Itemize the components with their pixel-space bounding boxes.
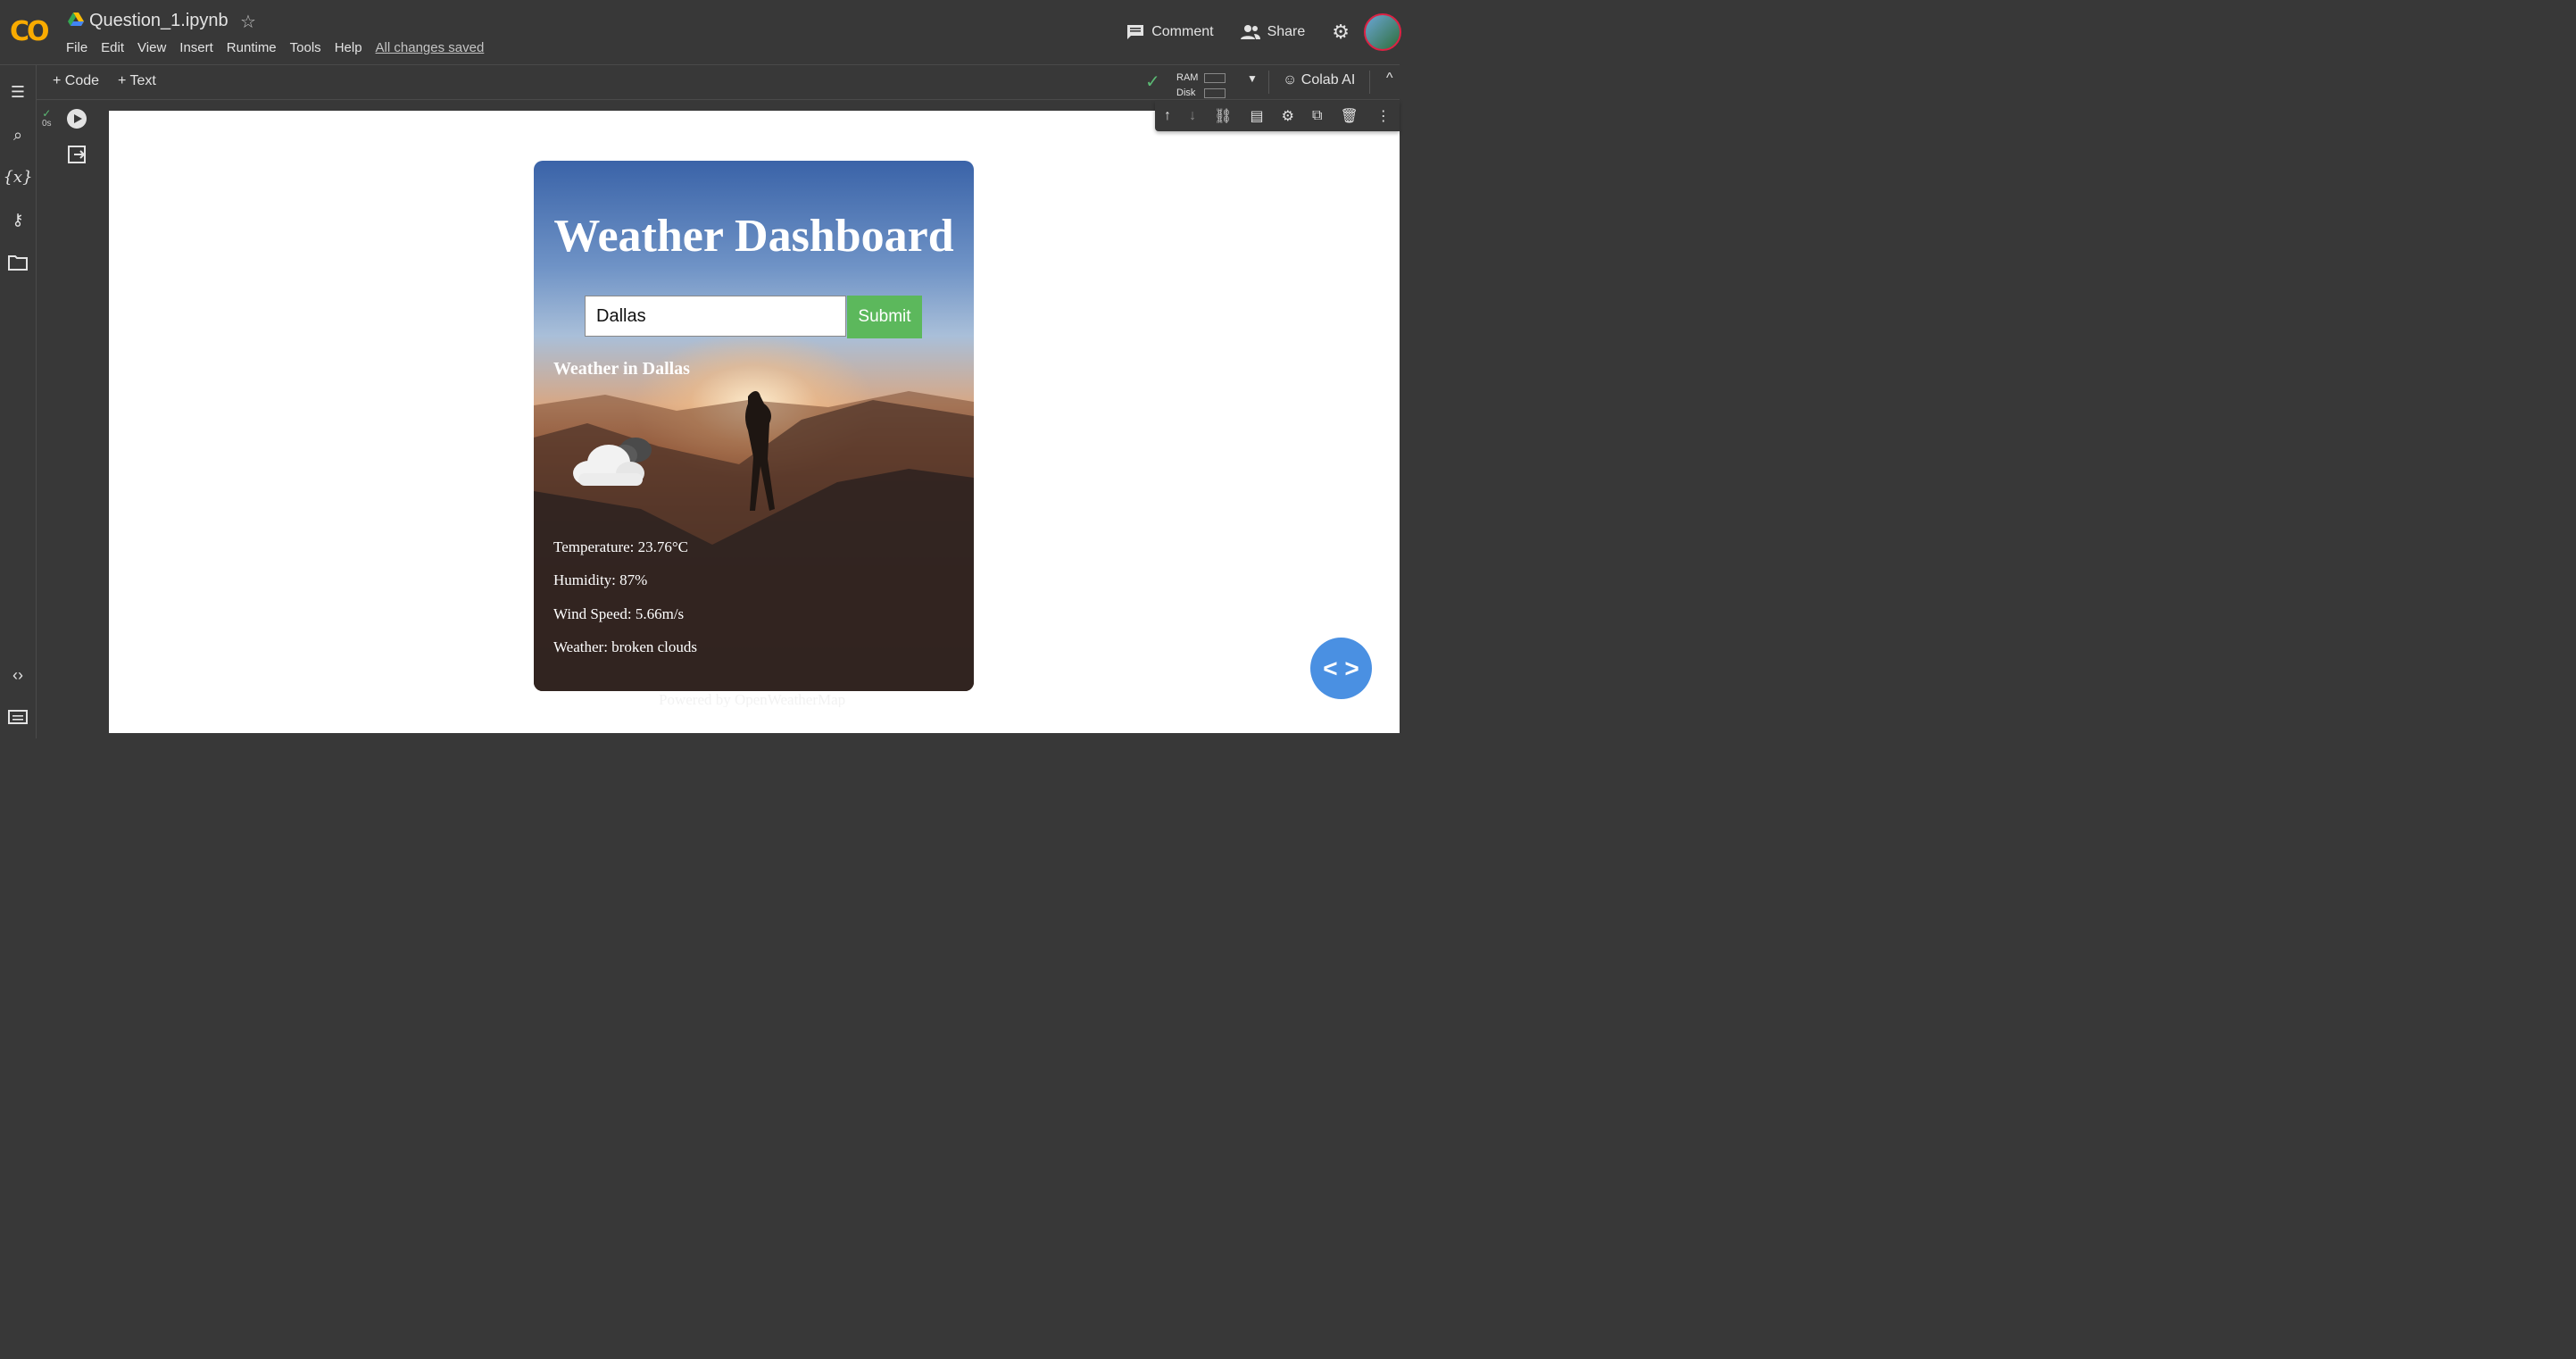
people-icon (1240, 25, 1260, 39)
temperature-text: Temperature: 23.76°C (553, 538, 689, 555)
cell-output: Weather Dashboard Dallas Submit Weather … (109, 111, 1400, 733)
move-down-icon[interactable]: ↓ (1189, 108, 1196, 124)
colab-ai-button[interactable]: ☺ Colab AI (1283, 72, 1355, 88)
variables-icon[interactable]: {x} (3, 166, 32, 188)
menu-tools[interactable]: Tools (290, 40, 321, 55)
share-button[interactable]: Share (1240, 24, 1306, 40)
success-check-icon: ✓ (42, 107, 52, 120)
add-text-button[interactable]: + Text (118, 73, 156, 89)
more-vert-icon[interactable]: ⋮ (1376, 107, 1391, 125)
weather-location-heading: Weather in Dallas (553, 359, 690, 379)
code-brackets-icon: < > (1323, 654, 1359, 682)
google-drive-icon (68, 13, 84, 26)
save-status-link[interactable]: All changes saved (376, 40, 485, 55)
add-code-button[interactable]: + Code (53, 73, 99, 89)
move-up-icon[interactable]: ↑ (1164, 108, 1171, 124)
terminal-icon[interactable] (5, 706, 30, 728)
comment-button[interactable]: Comment (1126, 24, 1214, 40)
toolbar-divider (1369, 71, 1370, 94)
menu-bar: File Edit View Insert Runtime Tools Help… (66, 40, 497, 55)
logo-text: CO (10, 16, 49, 47)
connected-check-icon: ✓ (1145, 72, 1160, 92)
run-cell-button[interactable] (67, 109, 87, 129)
comment-cell-icon[interactable]: ▤ (1250, 107, 1263, 125)
top-bar: CO Question_1.ipynb ☆ File Edit View Ins… (0, 0, 1401, 65)
code-toggle-fab[interactable]: < > (1310, 638, 1372, 699)
ram-label: RAM (1176, 72, 1199, 83)
cell-gutter: ✓ 0s (37, 100, 108, 738)
cell-toolbar: ↑ ↓ ⛓ ▤ ⚙ ⧉ 🗑 ⋮ (1155, 101, 1400, 131)
menu-runtime[interactable]: Runtime (227, 40, 277, 55)
comment-icon (1127, 25, 1144, 39)
weather-condition-text: Weather: broken clouds (553, 638, 698, 655)
sparkle-icon: ☺ (1283, 72, 1298, 88)
cell-settings-gear-icon[interactable]: ⚙ (1282, 107, 1294, 125)
colab-ai-label: Colab AI (1300, 72, 1356, 88)
weather-dashboard-card: Weather Dashboard Dallas Submit Weather … (534, 161, 974, 691)
output-actions-icon[interactable] (67, 145, 87, 164)
mirror-cell-icon[interactable]: ⧉ (1312, 108, 1322, 124)
ram-bar (1204, 73, 1226, 83)
disk-bar (1204, 88, 1226, 98)
broken-clouds-icon (573, 438, 652, 486)
resource-monitor[interactable]: ✓ RAM Disk ▼ (1145, 71, 1297, 98)
execution-time: 0s (42, 119, 52, 129)
menu-view[interactable]: View (137, 40, 166, 55)
key-icon[interactable]: ⚷ (5, 209, 30, 230)
wind-speed-text: Wind Speed: 5.66m/s (553, 605, 685, 622)
avatar[interactable] (1364, 13, 1401, 51)
table-of-contents-icon[interactable]: ☰ (5, 81, 30, 103)
search-icon[interactable]: ⌕ (5, 124, 30, 146)
menu-edit[interactable]: Edit (101, 40, 124, 55)
comment-label: Comment (1151, 24, 1214, 39)
star-icon[interactable]: ☆ (240, 11, 256, 33)
submit-button[interactable]: Submit (847, 296, 922, 338)
notebook-title[interactable]: Question_1.ipynb (89, 11, 229, 31)
header-actions: Comment Share ⚙ (1126, 13, 1401, 52)
chevron-up-icon[interactable]: ^ (1386, 71, 1393, 87)
code-snippets-icon[interactable]: ‹› (5, 664, 30, 686)
humidity-text: Humidity: 87% (553, 571, 648, 588)
folder-icon[interactable] (5, 252, 30, 273)
toolbar-divider (1268, 71, 1269, 94)
menu-insert[interactable]: Insert (179, 40, 213, 55)
dashboard-title: Weather Dashboard (553, 211, 954, 262)
powered-by-text: Powered by OpenWeatherMap (659, 691, 846, 707)
disk-label: Disk (1176, 88, 1196, 98)
gear-icon: ⚙ (1332, 21, 1350, 43)
link-icon[interactable]: ⛓ (1214, 107, 1232, 125)
powered-by-footer: Powered by OpenWeatherMap (659, 689, 845, 707)
notebook-toolbar: + Code + Text ✓ RAM Disk ▼ ☺ Colab AI ^ (37, 65, 1400, 100)
trash-icon[interactable]: 🗑 (1341, 107, 1359, 125)
colab-logo[interactable]: CO (10, 16, 49, 47)
share-label: Share (1267, 24, 1306, 39)
menu-help[interactable]: Help (335, 40, 362, 55)
settings-button[interactable]: ⚙ (1332, 21, 1350, 44)
menu-file[interactable]: File (66, 40, 87, 55)
city-input[interactable]: Dallas (585, 296, 846, 337)
execution-status: ✓ 0s (42, 107, 52, 129)
chevron-down-icon[interactable]: ▼ (1247, 72, 1258, 85)
left-sidebar: ☰ ⌕ {x} ⚷ ‹› (0, 65, 37, 738)
